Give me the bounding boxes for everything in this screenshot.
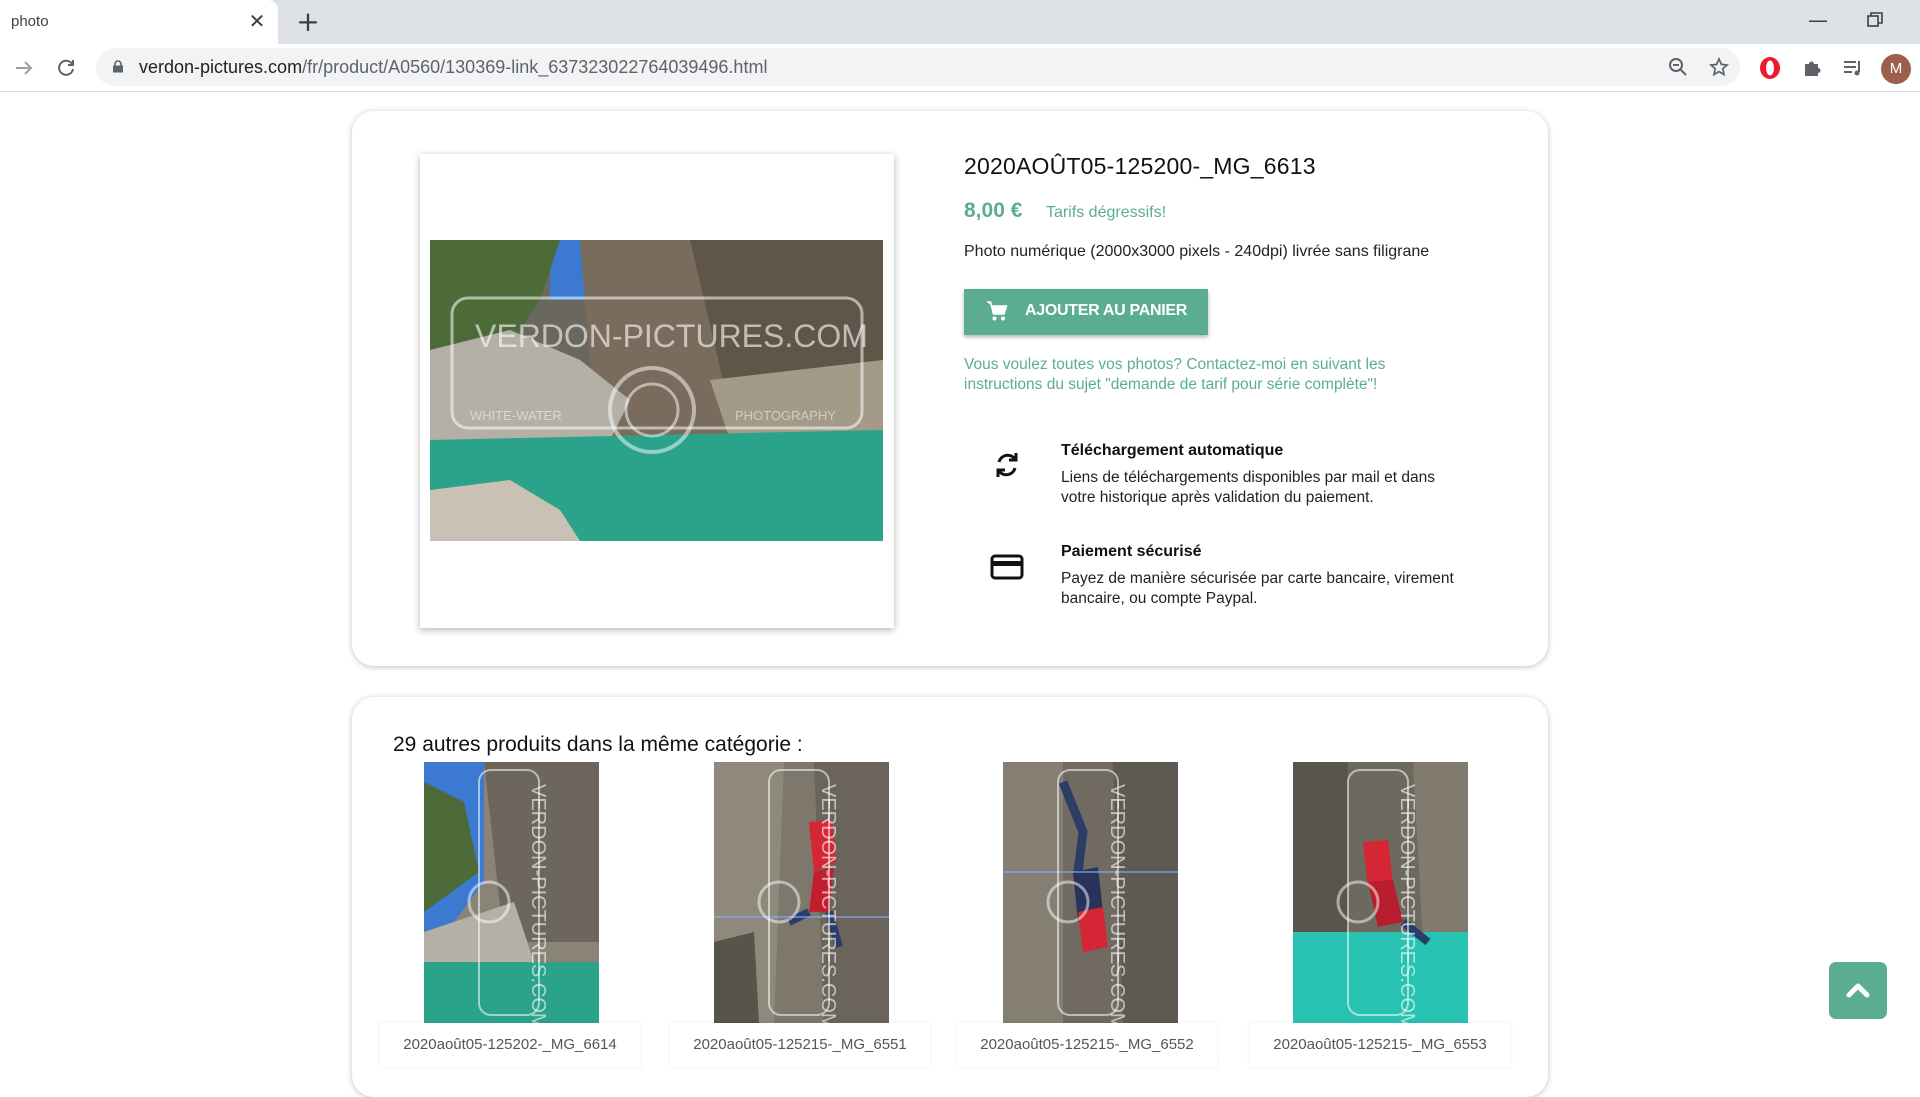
related-caption-box-3[interactable]: 2020août05-125215-_MG_6552	[957, 1023, 1217, 1067]
address-bar[interactable]: verdon-pictures.com/fr/product/A0560/130…	[96, 48, 1740, 86]
tab-close-icon[interactable]: ✕	[246, 9, 268, 33]
related-photo-1: VERDON-PICTURES.COM	[424, 762, 599, 1023]
credit-card-icon	[990, 554, 1024, 580]
product-image-frame: VERDON-PICTURES.COM WHITE-WATER PHOTOGRA…	[420, 154, 894, 628]
bookmark-button[interactable]	[1705, 53, 1733, 81]
playlist-icon	[1844, 61, 1860, 76]
chevron-up-icon	[1846, 983, 1870, 998]
reading-list-button[interactable]	[1839, 54, 1867, 82]
opera-extension-button[interactable]	[1756, 54, 1784, 82]
url-domain: verdon-pictures.com	[139, 57, 303, 77]
feature-text-download: Liens de téléchargements disponibles par…	[1061, 469, 1435, 506]
degressive-pricing-link[interactable]: Tarifs dégressifs!	[1046, 204, 1166, 222]
feature-title-download: Téléchargement automatique	[1061, 442, 1284, 459]
related-products-title: 29 autres produits dans la même catégori…	[393, 733, 803, 756]
url-path: /fr/product/A0560/130369-link_6373230227…	[302, 57, 768, 77]
contact-text[interactable]: Vous voulez toutes vos photos? Contactez…	[964, 355, 1464, 395]
watermark-text: VERDON-PICTURES.COM	[475, 318, 868, 354]
reload-button[interactable]	[52, 54, 80, 82]
related-caption-box-4[interactable]: 2020août05-125215-_MG_6553	[1250, 1023, 1510, 1067]
product-price: 8,00 €	[964, 199, 1023, 222]
watermark-left: WHITE-WATER	[470, 408, 562, 423]
puzzle-icon	[1805, 61, 1821, 76]
arrow-right-icon	[16, 61, 33, 75]
feature-text-payment: Payez de manière sécurisée par carte ban…	[1061, 570, 1454, 607]
product-card: VERDON-PICTURES.COM WHITE-WATER PHOTOGRA…	[352, 111, 1548, 666]
scroll-to-top-button[interactable]	[1829, 962, 1887, 1019]
profile-avatar[interactable]: M	[1881, 54, 1911, 84]
related-product-thumb-2[interactable]: VERDON-PICTURES.COM	[714, 762, 889, 1023]
related-caption-1: 2020août05-125202-_MG_6614	[403, 1036, 617, 1053]
zoom-icon	[1669, 58, 1687, 76]
watermark-right: PHOTOGRAPHY	[735, 408, 836, 423]
new-tab-button[interactable]: +	[294, 8, 322, 36]
related-product-thumb-4[interactable]: VERDON-PICTURES.COM	[1293, 762, 1468, 1023]
add-to-cart-label: AJOUTER AU PANIER	[1025, 302, 1188, 319]
sync-icon	[996, 453, 1018, 477]
add-to-cart-button[interactable]: AJOUTER AU PANIER	[964, 289, 1208, 335]
browser-tab[interactable]: photo ✕	[0, 0, 278, 44]
related-products-card: 29 autres produits dans la même catégori…	[352, 697, 1548, 1097]
url-text: verdon-pictures.com/fr/product/A0560/130…	[139, 57, 767, 78]
related-photo-3: VERDON-PICTURES.COM	[1003, 762, 1178, 1023]
product-title: 2020AOÛT05-125200-_MG_6613	[964, 153, 1316, 179]
thumb-watermark-4: VERDON-PICTURES.COM	[1396, 784, 1418, 1023]
star-icon	[1709, 57, 1729, 77]
browser-toolbar: verdon-pictures.com/fr/product/A0560/130…	[0, 44, 1920, 92]
tab-title: photo	[11, 13, 49, 30]
restore-button[interactable]	[1863, 8, 1887, 32]
minimize-button[interactable]: —	[1806, 8, 1830, 32]
restore-icon	[1867, 12, 1883, 27]
product-photo: VERDON-PICTURES.COM WHITE-WATER PHOTOGRA…	[430, 240, 883, 541]
cart-icon	[987, 301, 1008, 321]
related-caption-4: 2020août05-125215-_MG_6553	[1273, 1036, 1487, 1053]
thumb-watermark-3: VERDON-PICTURES.COM	[1106, 784, 1128, 1023]
tab-strip: photo ✕ + —	[0, 0, 1920, 44]
zoom-button[interactable]	[1664, 53, 1692, 81]
thumb-watermark-1: VERDON-PICTURES.COM	[527, 784, 549, 1023]
related-product-thumb-3[interactable]: VERDON-PICTURES.COM	[1003, 762, 1178, 1023]
extensions-button[interactable]	[1798, 54, 1826, 82]
related-caption-box-1[interactable]: 2020août05-125202-_MG_6614	[380, 1023, 640, 1067]
related-photo-2: VERDON-PICTURES.COM	[714, 762, 889, 1023]
related-caption-box-2[interactable]: 2020août05-125215-_MG_6551	[670, 1023, 930, 1067]
lock-icon	[113, 60, 123, 73]
thumb-watermark-2: VERDON-PICTURES.COM	[817, 784, 839, 1023]
feature-title-payment: Paiement sécurisé	[1061, 543, 1202, 560]
product-description: Photo numérique (2000x3000 pixels - 240d…	[964, 243, 1430, 260]
related-photo-4: VERDON-PICTURES.COM	[1293, 762, 1468, 1023]
reload-icon	[58, 59, 74, 76]
product-image[interactable]: VERDON-PICTURES.COM WHITE-WATER PHOTOGRA…	[430, 240, 883, 541]
related-caption-3: 2020août05-125215-_MG_6552	[980, 1036, 1194, 1053]
opera-icon	[1760, 57, 1780, 79]
related-product-thumb-1[interactable]: VERDON-PICTURES.COM	[424, 762, 599, 1023]
related-caption-2: 2020août05-125215-_MG_6551	[693, 1036, 907, 1053]
forward-button[interactable]	[10, 54, 38, 82]
